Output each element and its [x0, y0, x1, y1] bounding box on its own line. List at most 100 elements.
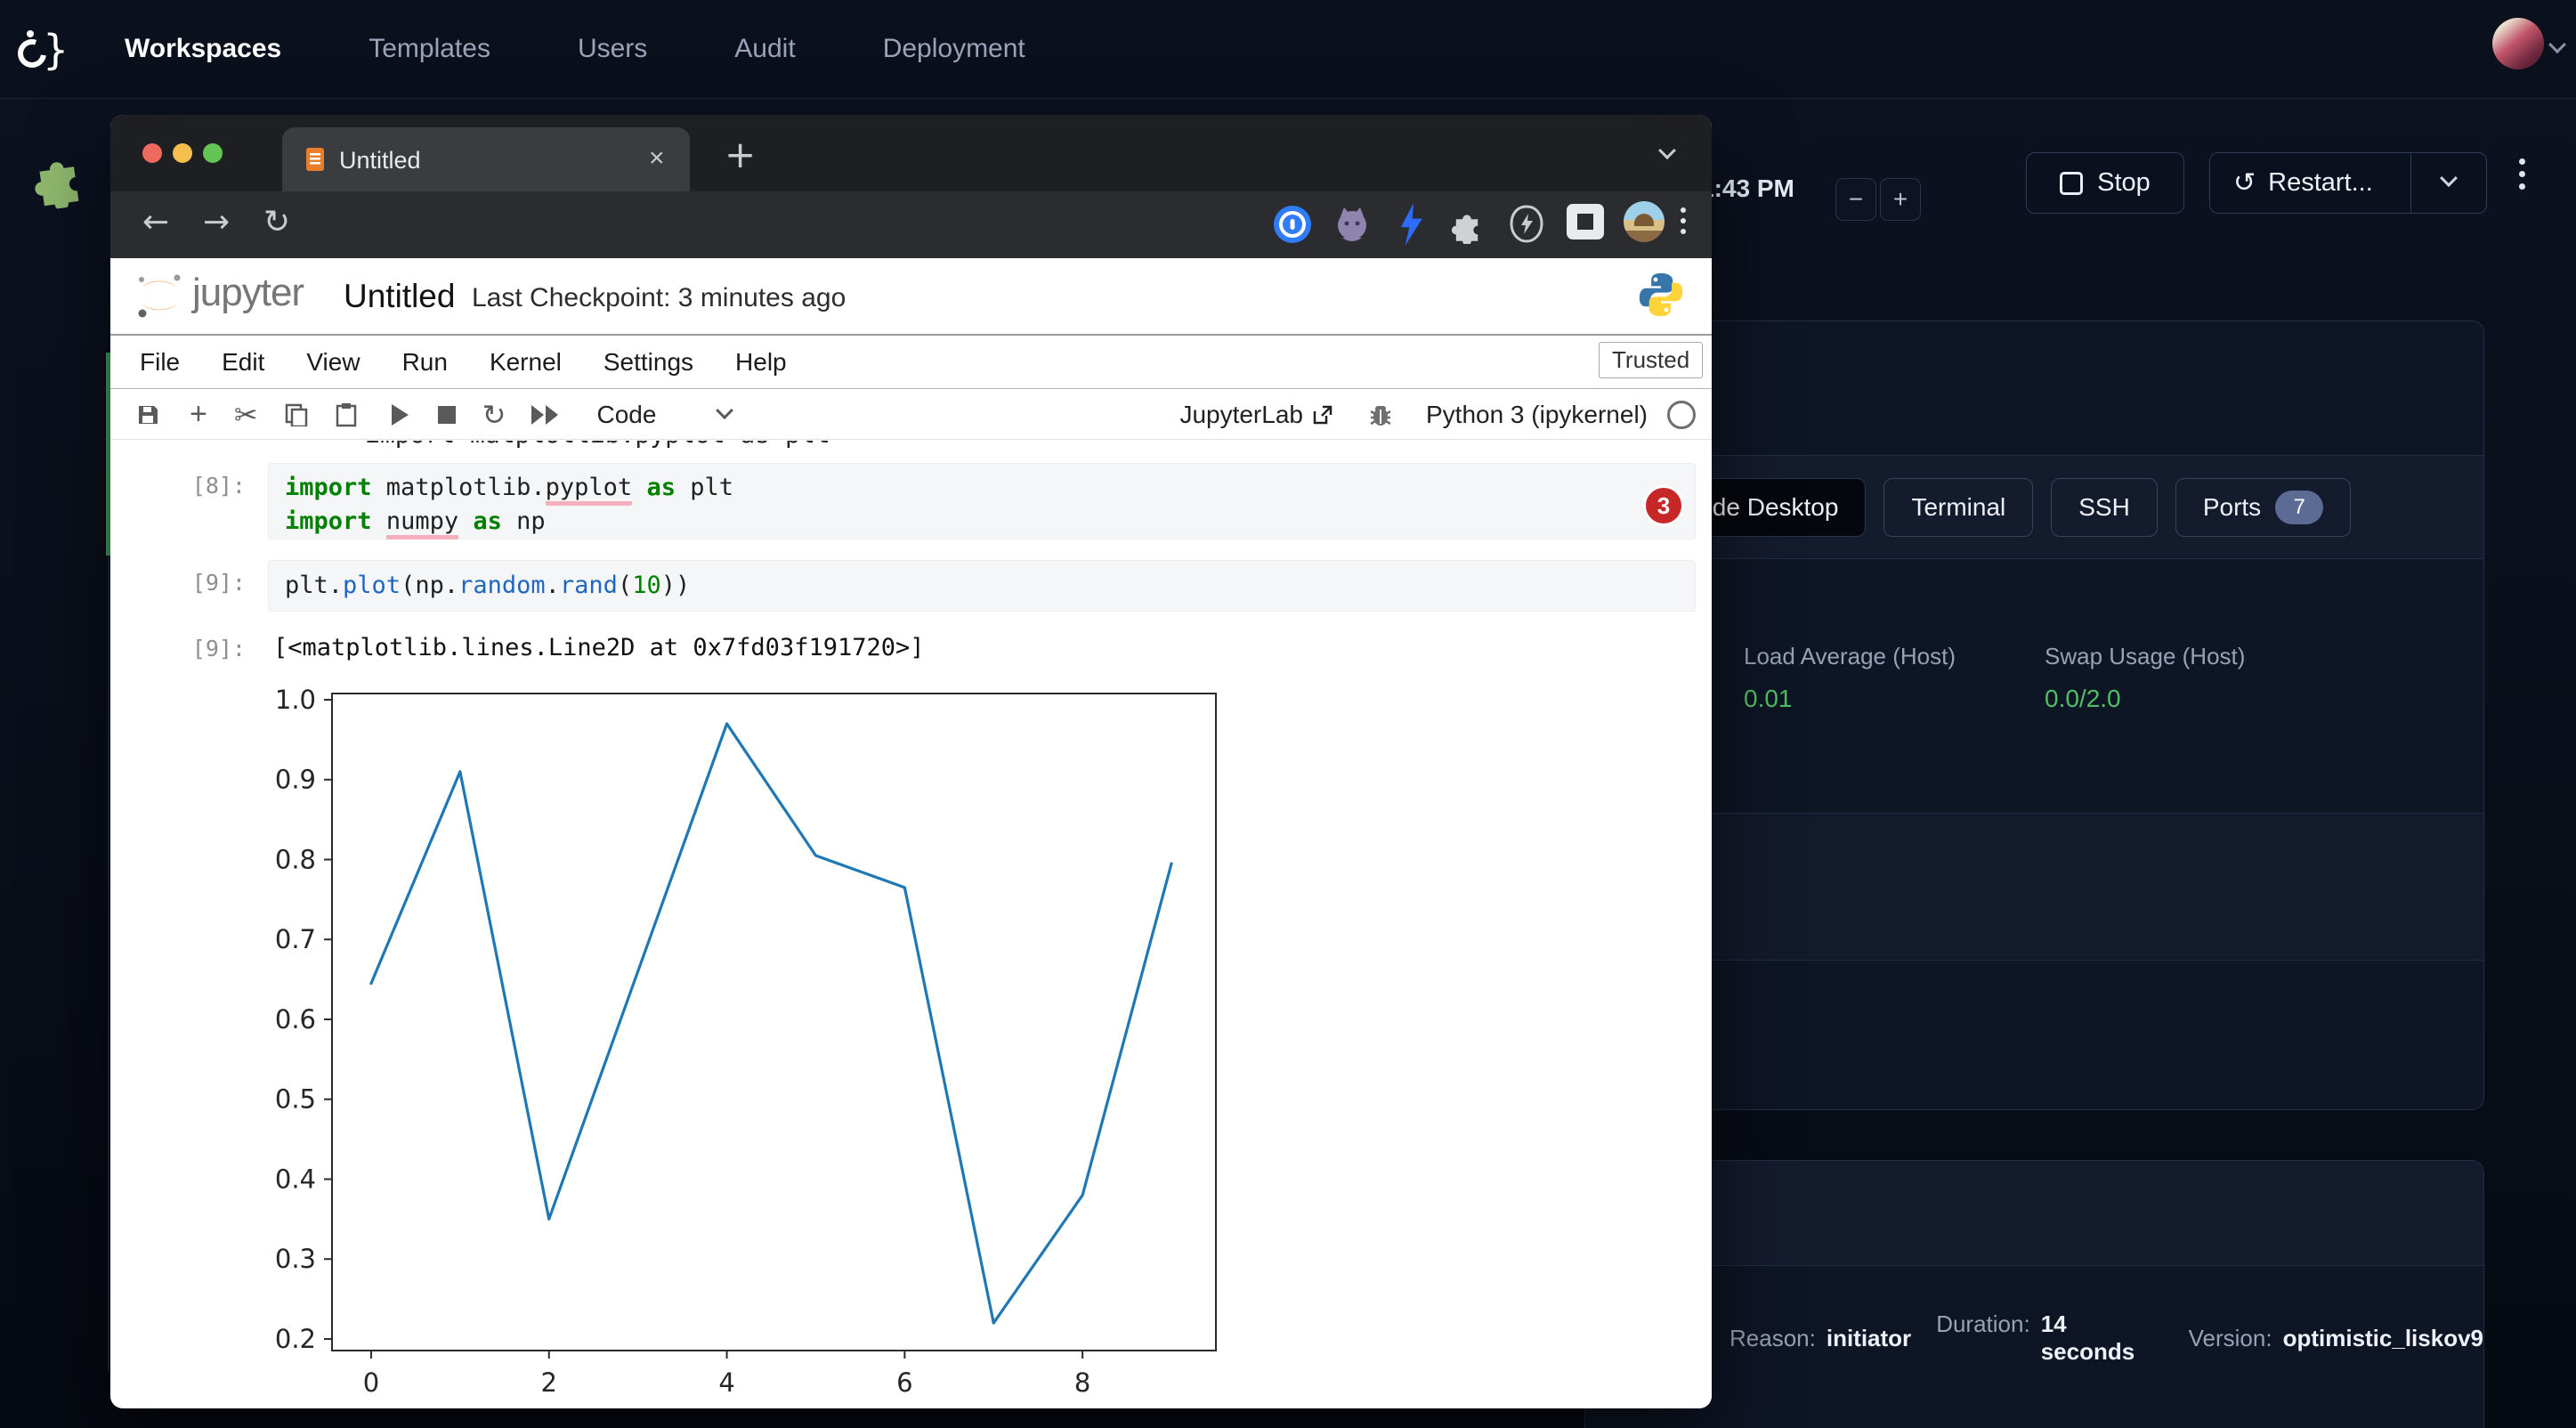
svg-text:8: 8 — [1074, 1367, 1090, 1398]
new-tab-button[interactable]: + — [725, 133, 756, 176]
window-close-button[interactable] — [142, 143, 162, 163]
run-icon[interactable] — [390, 403, 409, 426]
chart-svg: 0.20.30.40.50.60.70.80.91.002468 — [267, 685, 1353, 1408]
restart-button[interactable]: ↺ Restart... — [2210, 153, 2396, 213]
browser-toolbar: ← → ↻ 5555--main--test--matifali.atif.cd… — [110, 191, 1712, 258]
insert-cell-icon[interactable]: + — [190, 397, 207, 432]
window-minimize-button[interactable] — [173, 143, 192, 163]
save-icon[interactable] — [136, 403, 159, 426]
cut-icon[interactable]: ✂ — [234, 398, 258, 432]
tab-strip: Untitled × + — [110, 115, 1712, 191]
paste-icon[interactable] — [335, 402, 358, 427]
user-avatar[interactable] — [2492, 18, 2544, 69]
stop-label: Stop — [2097, 168, 2151, 198]
stop-square-icon — [2060, 172, 2083, 195]
kernel-name[interactable]: Python 3 (ipykernel) — [1426, 401, 1648, 429]
restart-icon: ↺ — [2233, 167, 2256, 199]
clipped-previous-cell: import matplotlib.pyplot as plt — [365, 441, 1255, 450]
tab-close-icon[interactable]: × — [649, 143, 665, 174]
restart-label: Restart... — [2268, 168, 2373, 198]
meta-version: Version:optimistic_liskov9 — [2189, 1325, 2483, 1352]
cell-prompt: [9]: — [146, 570, 246, 596]
svg-text:0.6: 0.6 — [275, 1004, 316, 1034]
terminal-button[interactable]: Terminal — [1883, 478, 2033, 537]
window-maximize-button[interactable] — [203, 143, 223, 163]
nav-item-templates[interactable]: Templates — [369, 34, 490, 64]
build-history-card: Reason:initiator Duration:14 seconds Versi… — [1584, 1160, 2484, 1428]
menu-view[interactable]: View — [306, 348, 360, 377]
code-cell-input[interactable]: import matplotlib.pyplot as pltimport nu… — [268, 463, 1696, 540]
nav-item-deployment[interactable]: Deployment — [883, 34, 1025, 64]
stop-button[interactable]: Stop — [2026, 152, 2184, 214]
jupyterlab-link[interactable]: JupyterLab — [1179, 401, 1303, 429]
code-lines: plt.plot(np.random.rand(10)) — [285, 569, 1679, 603]
stat: Swap Usage (Host)0.0/2.0 — [2045, 643, 2245, 713]
restart-kernel-icon[interactable]: ↻ — [482, 398, 506, 432]
menu-help[interactable]: Help — [735, 348, 787, 377]
nav-items: Workspaces Templates Users Audit Deployment — [125, 0, 1025, 98]
tab-capture-icon[interactable] — [1567, 204, 1604, 239]
bolt-icon[interactable] — [1396, 203, 1426, 246]
nav-item-workspaces[interactable]: Workspaces — [125, 34, 281, 64]
svg-text:1.0: 1.0 — [275, 685, 316, 715]
svg-text:2: 2 — [541, 1367, 557, 1398]
menu-edit[interactable]: Edit — [222, 348, 264, 377]
code-cell-input[interactable]: plt.plot(np.random.rand(10)) — [268, 560, 1696, 612]
nav-item-users[interactable]: Users — [578, 34, 647, 64]
puzzle-app-icon[interactable] — [22, 142, 93, 212]
resource-row-band — [1585, 813, 2483, 961]
restart-options-button[interactable] — [2410, 153, 2486, 213]
svg-text:0.8: 0.8 — [275, 844, 316, 874]
zoom-in-button[interactable]: + — [1880, 178, 1921, 221]
jupyter-header: jupyter Untitled Last Checkpoint: 3 minu… — [110, 258, 1712, 336]
output-text: [<matplotlib.lines.Line2D at 0x7fd03f191… — [273, 634, 925, 661]
ghostery-icon[interactable] — [1506, 203, 1547, 246]
access-buttons: Code DesktopTerminalSSHPorts7 — [1653, 478, 2351, 537]
ssh-button[interactable]: SSH — [2051, 478, 2158, 537]
meta-reason: Reason:initiator — [1729, 1325, 1911, 1352]
ports-button[interactable]: Ports7 — [2175, 478, 2351, 537]
screen: } Workspaces Templates Users Audit Deploymen… — [0, 0, 2576, 1428]
svg-text:0.4: 0.4 — [275, 1164, 316, 1194]
meta-duration: Duration:14 seconds — [1936, 1310, 2163, 1366]
menu-settings[interactable]: Settings — [603, 348, 693, 377]
output-prompt: [9]: — [146, 636, 246, 661]
debugger-bug-icon[interactable] — [1367, 402, 1394, 427]
menu-run[interactable]: Run — [402, 348, 448, 377]
menu-file[interactable]: File — [140, 348, 180, 377]
restart-chevron-down-icon — [2440, 169, 2458, 187]
extensions-puzzle-icon[interactable] — [1447, 205, 1486, 244]
tab-title: Untitled — [339, 147, 421, 174]
profile-avatar[interactable] — [1624, 201, 1665, 242]
forward-icon[interactable]: → — [203, 204, 230, 240]
reload-icon[interactable]: ↻ — [263, 204, 290, 240]
browser-kebab-menu-icon[interactable] — [1681, 207, 1686, 234]
onepassword-icon[interactable] — [1273, 205, 1312, 244]
avatar-chevron-down-icon[interactable] — [2548, 36, 2566, 53]
svg-text:0.7: 0.7 — [275, 924, 316, 954]
restart-split-button[interactable]: ↺ Restart... — [2209, 152, 2487, 214]
menu-kernel[interactable]: Kernel — [490, 348, 562, 377]
notebook-favicon — [305, 147, 327, 172]
cell-type-select[interactable]: Code — [596, 401, 656, 429]
svg-text:6: 6 — [896, 1367, 912, 1398]
trusted-button[interactable]: Trusted — [1599, 342, 1703, 378]
back-icon[interactable]: ← — [142, 204, 169, 240]
cell-type-chevron-icon[interactable] — [717, 402, 734, 419]
workspace-kebab-menu[interactable] — [2519, 158, 2525, 190]
python-logo-icon — [1635, 269, 1687, 320]
zoom-out-button[interactable]: − — [1835, 178, 1876, 221]
notification-badge[interactable]: 3 — [1643, 485, 1684, 526]
interrupt-kernel-icon[interactable] — [438, 406, 456, 424]
copy-icon[interactable] — [285, 403, 308, 426]
github-icon[interactable] — [1332, 204, 1373, 245]
browser-tab[interactable]: Untitled × — [282, 127, 690, 191]
coder-logo-icon[interactable]: } — [12, 20, 64, 75]
jupyter-brand[interactable]: jupyter — [192, 271, 304, 315]
notebook-title[interactable]: Untitled — [344, 278, 455, 315]
nav-item-audit[interactable]: Audit — [734, 34, 795, 64]
svg-text:}: } — [43, 26, 64, 74]
build-meta-row: Reason:initiator Duration:14 seconds Versi… — [1729, 1310, 2483, 1366]
run-all-icon[interactable] — [531, 404, 561, 426]
tab-search-chevron-icon[interactable] — [1658, 142, 1676, 159]
